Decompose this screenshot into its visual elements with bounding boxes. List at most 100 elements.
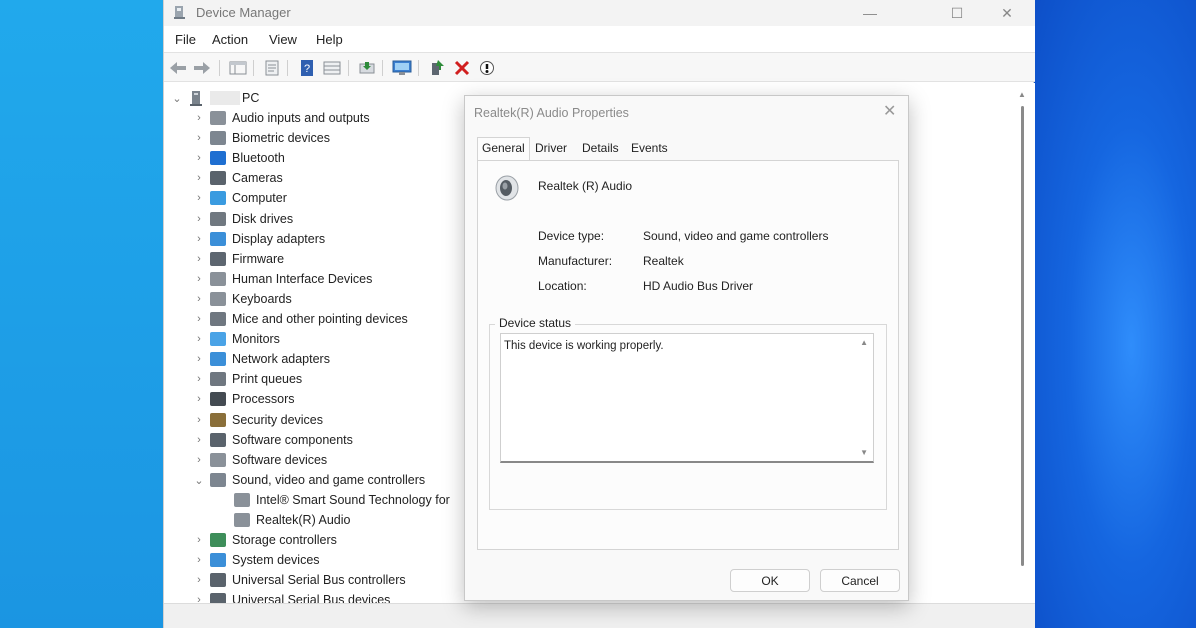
- tree-category[interactable]: › Storage controllers: [192, 530, 337, 550]
- back-button[interactable]: [168, 58, 188, 78]
- tab-details[interactable]: Details: [582, 141, 619, 155]
- display-adapter-icon: [210, 232, 226, 246]
- disable-device-button[interactable]: [477, 58, 497, 78]
- tree-category[interactable]: › Processors: [192, 389, 295, 409]
- menu-help[interactable]: Help: [316, 32, 343, 47]
- tree-device[interactable]: Realtek(R) Audio: [230, 510, 351, 530]
- tree-category[interactable]: ⌄ Sound, video and game controllers: [192, 470, 425, 490]
- tree-category[interactable]: › Monitors: [192, 329, 280, 349]
- view-icon: [323, 61, 341, 75]
- chevron-right-icon[interactable]: ›: [192, 253, 206, 265]
- chevron-right-icon[interactable]: ›: [192, 132, 206, 144]
- tree-category[interactable]: › Bluetooth: [192, 148, 285, 168]
- tree-category[interactable]: › Universal Serial Bus devices: [192, 590, 390, 603]
- update-driver-button[interactable]: [357, 58, 377, 78]
- scrollbar-thumb[interactable]: [1021, 106, 1024, 566]
- tree-category[interactable]: › Software components: [192, 430, 353, 450]
- device-status-title: Device status: [495, 316, 576, 330]
- tree-device[interactable]: Intel® Smart Sound Technology for: [230, 490, 450, 510]
- tab-driver[interactable]: Driver: [535, 141, 567, 155]
- chevron-right-icon[interactable]: ›: [192, 192, 206, 204]
- menu-view[interactable]: View: [269, 32, 297, 47]
- tree-category[interactable]: › Disk drives: [192, 209, 293, 229]
- processor-icon: [210, 392, 226, 406]
- scroll-up-icon[interactable]: ▲: [1018, 90, 1026, 99]
- cancel-button[interactable]: Cancel: [820, 569, 900, 592]
- tree-item-label: Universal Serial Bus devices: [232, 593, 391, 603]
- desktop-background-right: [1034, 0, 1196, 628]
- device-status-textbox[interactable]: This device is working properly. ▲ ▼: [500, 333, 874, 463]
- menu-action[interactable]: Action: [212, 32, 248, 47]
- chevron-right-icon[interactable]: ›: [192, 373, 206, 385]
- device-type-value: Sound, video and game controllers: [643, 229, 829, 243]
- tree-item-label: Display adapters: [232, 232, 326, 246]
- tree-category[interactable]: › Keyboards: [192, 289, 292, 309]
- chevron-right-icon[interactable]: ›: [192, 353, 206, 365]
- close-button[interactable]: ✕: [984, 0, 1030, 26]
- scan-hardware-button[interactable]: [392, 58, 412, 78]
- tree-category[interactable]: › Universal Serial Bus controllers: [192, 570, 406, 590]
- properties-button[interactable]: [262, 58, 282, 78]
- scroll-up-icon[interactable]: ▲: [860, 338, 868, 347]
- tab-events[interactable]: Events: [631, 141, 668, 155]
- tree-item-label: Intel® Smart Sound Technology for: [256, 493, 450, 507]
- tree-category[interactable]: › Print queues: [192, 369, 302, 389]
- tree-category[interactable]: › Security devices: [192, 410, 323, 430]
- forward-button[interactable]: [192, 58, 212, 78]
- chevron-right-icon[interactable]: ›: [192, 313, 206, 325]
- tree-item-label: Firmware: [232, 252, 285, 266]
- ok-button[interactable]: OK: [730, 569, 810, 592]
- tree-item-label: Mice and other pointing devices: [232, 312, 408, 326]
- audio-device-icon: [234, 493, 250, 507]
- chevron-right-icon[interactable]: ›: [192, 393, 206, 405]
- chevron-right-icon[interactable]: ›: [192, 454, 206, 466]
- chevron-right-icon[interactable]: ›: [192, 293, 206, 305]
- tree-category[interactable]: › Cameras: [192, 168, 283, 188]
- properties-dialog: Realtek(R) Audio Properties ✕ General Dr…: [464, 95, 909, 601]
- chevron-right-icon[interactable]: ›: [192, 434, 206, 446]
- help-button[interactable]: ?: [297, 58, 317, 78]
- tree-category[interactable]: › Biometric devices: [192, 128, 330, 148]
- tree-scrollbar[interactable]: ▲: [1016, 88, 1030, 600]
- chevron-down-icon[interactable]: ⌄: [170, 92, 184, 105]
- chevron-right-icon[interactable]: ›: [192, 213, 206, 225]
- tree-category[interactable]: › Network adapters: [192, 349, 330, 369]
- tree-category[interactable]: › Human Interface Devices: [192, 269, 372, 289]
- tree-category[interactable]: › Mice and other pointing devices: [192, 309, 408, 329]
- chevron-right-icon[interactable]: ›: [192, 233, 206, 245]
- tree-root[interactable]: ⌄ PC: [170, 88, 259, 108]
- chevron-right-icon[interactable]: ›: [192, 273, 206, 285]
- tree-category[interactable]: › Computer: [192, 188, 287, 208]
- chevron-right-icon[interactable]: ›: [192, 554, 206, 566]
- maximize-button[interactable]: ☐: [934, 0, 980, 26]
- menu-file[interactable]: File: [175, 32, 196, 47]
- status-bar: [164, 603, 1035, 628]
- console-tree-button[interactable]: [228, 58, 248, 78]
- dialog-close-button[interactable]: ✕: [883, 101, 896, 121]
- tab-general[interactable]: General: [477, 137, 530, 160]
- monitor-icon: [210, 332, 226, 346]
- location-label: Location:: [538, 279, 587, 293]
- chevron-right-icon[interactable]: ›: [192, 594, 206, 603]
- tree-category[interactable]: › System devices: [192, 550, 320, 570]
- add-driver-button[interactable]: [427, 58, 447, 78]
- chevron-right-icon[interactable]: ›: [192, 574, 206, 586]
- chevron-right-icon[interactable]: ›: [192, 534, 206, 546]
- chevron-right-icon[interactable]: ›: [192, 333, 206, 345]
- title-bar[interactable]: Device Manager — ☐ ✕: [164, 0, 1035, 26]
- scroll-down-icon[interactable]: ▼: [860, 448, 868, 457]
- uninstall-button[interactable]: [452, 58, 472, 78]
- view-button[interactable]: [322, 58, 342, 78]
- desktop-background-left: [0, 0, 163, 628]
- tree-category[interactable]: › Display adapters: [192, 229, 325, 249]
- chevron-right-icon[interactable]: ›: [192, 414, 206, 426]
- chevron-down-icon[interactable]: ⌄: [192, 474, 206, 487]
- keyboard-icon: [210, 292, 226, 306]
- chevron-right-icon[interactable]: ›: [192, 152, 206, 164]
- chevron-right-icon[interactable]: ›: [192, 112, 206, 124]
- tree-category[interactable]: › Software devices: [192, 450, 327, 470]
- tree-category[interactable]: › Audio inputs and outputs: [192, 108, 370, 128]
- chevron-right-icon[interactable]: ›: [192, 172, 206, 184]
- tree-category[interactable]: › Firmware: [192, 249, 284, 269]
- minimize-button[interactable]: —: [847, 0, 893, 26]
